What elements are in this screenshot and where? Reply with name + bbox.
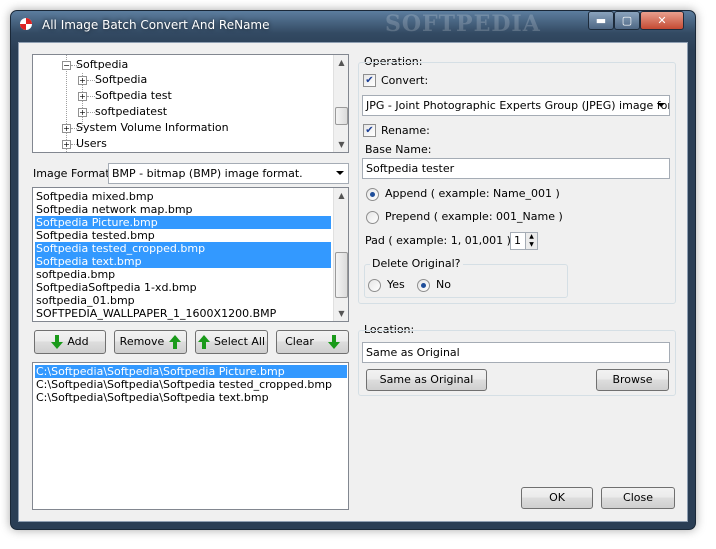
chevron-down-icon <box>336 171 344 175</box>
delete-yes-label: Yes <box>387 278 405 291</box>
scroll-thumb[interactable] <box>335 107 348 125</box>
append-radio[interactable] <box>366 188 379 201</box>
list-item[interactable]: C:\Softpedia\Softpedia\Softpedia tested_… <box>35 378 347 391</box>
pad-value: 1 <box>514 234 521 247</box>
list-item[interactable]: C:\Softpedia\Softpedia\Softpedia text.bm… <box>35 391 347 404</box>
minimize-button[interactable]: ▬ <box>588 11 614 30</box>
image-format-label: Image Format: <box>33 167 114 180</box>
add-button[interactable]: Add <box>34 330 106 354</box>
list-item[interactable]: Softpedia mixed.bmp <box>35 190 331 203</box>
tree-expand-icon[interactable]: + <box>62 140 71 149</box>
convert-label: Convert: <box>381 74 429 87</box>
app-icon <box>20 18 32 30</box>
list-item[interactable]: Softpedia Picture.bmp <box>35 216 331 229</box>
image-format-value: BMP - bitmap (BMP) image format. <box>112 167 303 180</box>
prepend-label: Prepend ( example: 001_Name ) <box>385 210 563 223</box>
close-window-button[interactable]: ✕ <box>640 11 684 30</box>
image-format-select[interactable]: BMP - bitmap (BMP) image format. <box>108 163 349 184</box>
base-name-input[interactable]: Softpedia tester <box>362 158 670 179</box>
tree-item-softpediatest[interactable]: softpediatest <box>95 105 167 118</box>
pad-label: Pad ( example: 1, 01,001 ): <box>365 234 515 247</box>
folder-tree[interactable]: − Softpedia + Softpedia + Softpedia test… <box>32 54 349 153</box>
browse-button[interactable]: Browse <box>596 369 669 391</box>
queue-list[interactable]: C:\Softpedia\Softpedia\Softpedia Picture… <box>32 362 349 510</box>
file-list-scrollbar[interactable]: ▲ ▼ <box>333 188 348 321</box>
base-name-label: Base Name: <box>365 143 432 156</box>
tree-collapse-icon[interactable]: − <box>62 61 71 70</box>
rename-label: Rename: <box>381 124 430 137</box>
delete-original-label: Delete Original? <box>370 257 463 270</box>
scroll-up-icon[interactable]: ▲ <box>334 55 348 70</box>
arrow-up-icon <box>169 335 182 349</box>
tree-item-softpedia-root[interactable]: Softpedia <box>76 58 128 71</box>
spin-down-icon[interactable]: ▼ <box>525 241 537 249</box>
tree-item-softpedia-test[interactable]: Softpedia test <box>95 89 172 102</box>
remove-label: Remove <box>119 335 165 348</box>
maximize-button[interactable]: ▢ <box>614 11 640 30</box>
ok-button[interactable]: OK <box>521 487 593 509</box>
scroll-thumb[interactable] <box>335 252 348 298</box>
tree-item-users[interactable]: Users <box>76 137 107 150</box>
same-as-original-button[interactable]: Same as Original <box>366 369 487 391</box>
tree-expand-icon[interactable]: + <box>78 92 87 101</box>
convert-format-value: JPG - Joint Photographic Experts Group (… <box>366 99 670 112</box>
spin-up-icon[interactable]: ▲ <box>525 233 537 241</box>
list-item[interactable]: Softpedia tested.bmp <box>35 229 331 242</box>
chevron-down-icon <box>657 103 665 107</box>
arrow-up-icon <box>197 335 210 349</box>
select-all-label: Select All <box>213 335 266 348</box>
list-item[interactable]: Softpedia tested_cropped.bmp <box>35 242 331 255</box>
rename-checkbox[interactable]: ✔ <box>363 124 376 137</box>
pad-stepper[interactable]: 1 ▲ ▼ <box>510 232 538 250</box>
delete-no-label: No <box>436 278 451 291</box>
tree-expand-icon[interactable]: + <box>62 124 71 133</box>
clear-label: Clear <box>285 335 314 348</box>
add-label: Add <box>67 335 89 348</box>
close-button[interactable]: Close <box>601 487 675 509</box>
list-item[interactable]: C:\Softpedia\Softpedia\Softpedia Picture… <box>35 365 347 378</box>
scroll-down-icon[interactable]: ▼ <box>334 137 348 152</box>
tree-scrollbar[interactable]: ▲ ▼ <box>333 55 348 152</box>
window-title: All Image Batch Convert And ReName <box>42 18 270 32</box>
list-item[interactable]: SOFTPEDIA_WALLPAPER_1_1600X1200.BMP <box>35 307 331 320</box>
tree-item-softpedia[interactable]: Softpedia <box>95 73 147 86</box>
list-item[interactable]: SoftpediaSoftpedia 1-xd.bmp <box>35 281 331 294</box>
convert-checkbox[interactable]: ✔ <box>363 74 376 87</box>
list-item[interactable]: Softpedia network map.bmp <box>35 203 331 216</box>
scroll-up-icon[interactable]: ▲ <box>334 188 348 203</box>
clear-button[interactable]: Clear <box>276 330 349 354</box>
watermark: SOFTPEDIA <box>385 11 541 37</box>
file-list[interactable]: Softpedia mixed.bmp Softpedia network ma… <box>32 187 349 322</box>
tree-item-system-volume-information[interactable]: System Volume Information <box>76 121 229 134</box>
scroll-down-icon[interactable]: ▼ <box>334 306 348 321</box>
convert-format-select[interactable]: JPG - Joint Photographic Experts Group (… <box>362 95 670 116</box>
tree-expand-icon[interactable]: + <box>78 76 87 85</box>
arrow-down-icon <box>327 335 340 349</box>
tree-expand-icon[interactable]: + <box>78 108 87 117</box>
list-item[interactable]: softpedia_01.bmp <box>35 294 331 307</box>
delete-yes-radio[interactable] <box>368 279 381 292</box>
prepend-radio[interactable] <box>366 211 379 224</box>
remove-button[interactable]: Remove <box>114 330 187 354</box>
list-item[interactable]: Softpedia text.bmp <box>35 255 331 268</box>
delete-no-radio[interactable] <box>417 279 430 292</box>
location-input[interactable]: Same as Original <box>362 342 670 363</box>
arrow-down-icon <box>51 335 64 349</box>
select-all-button[interactable]: Select All <box>195 330 268 354</box>
list-item[interactable]: softpedia.bmp <box>35 268 331 281</box>
append-label: Append ( example: Name_001 ) <box>385 187 560 200</box>
